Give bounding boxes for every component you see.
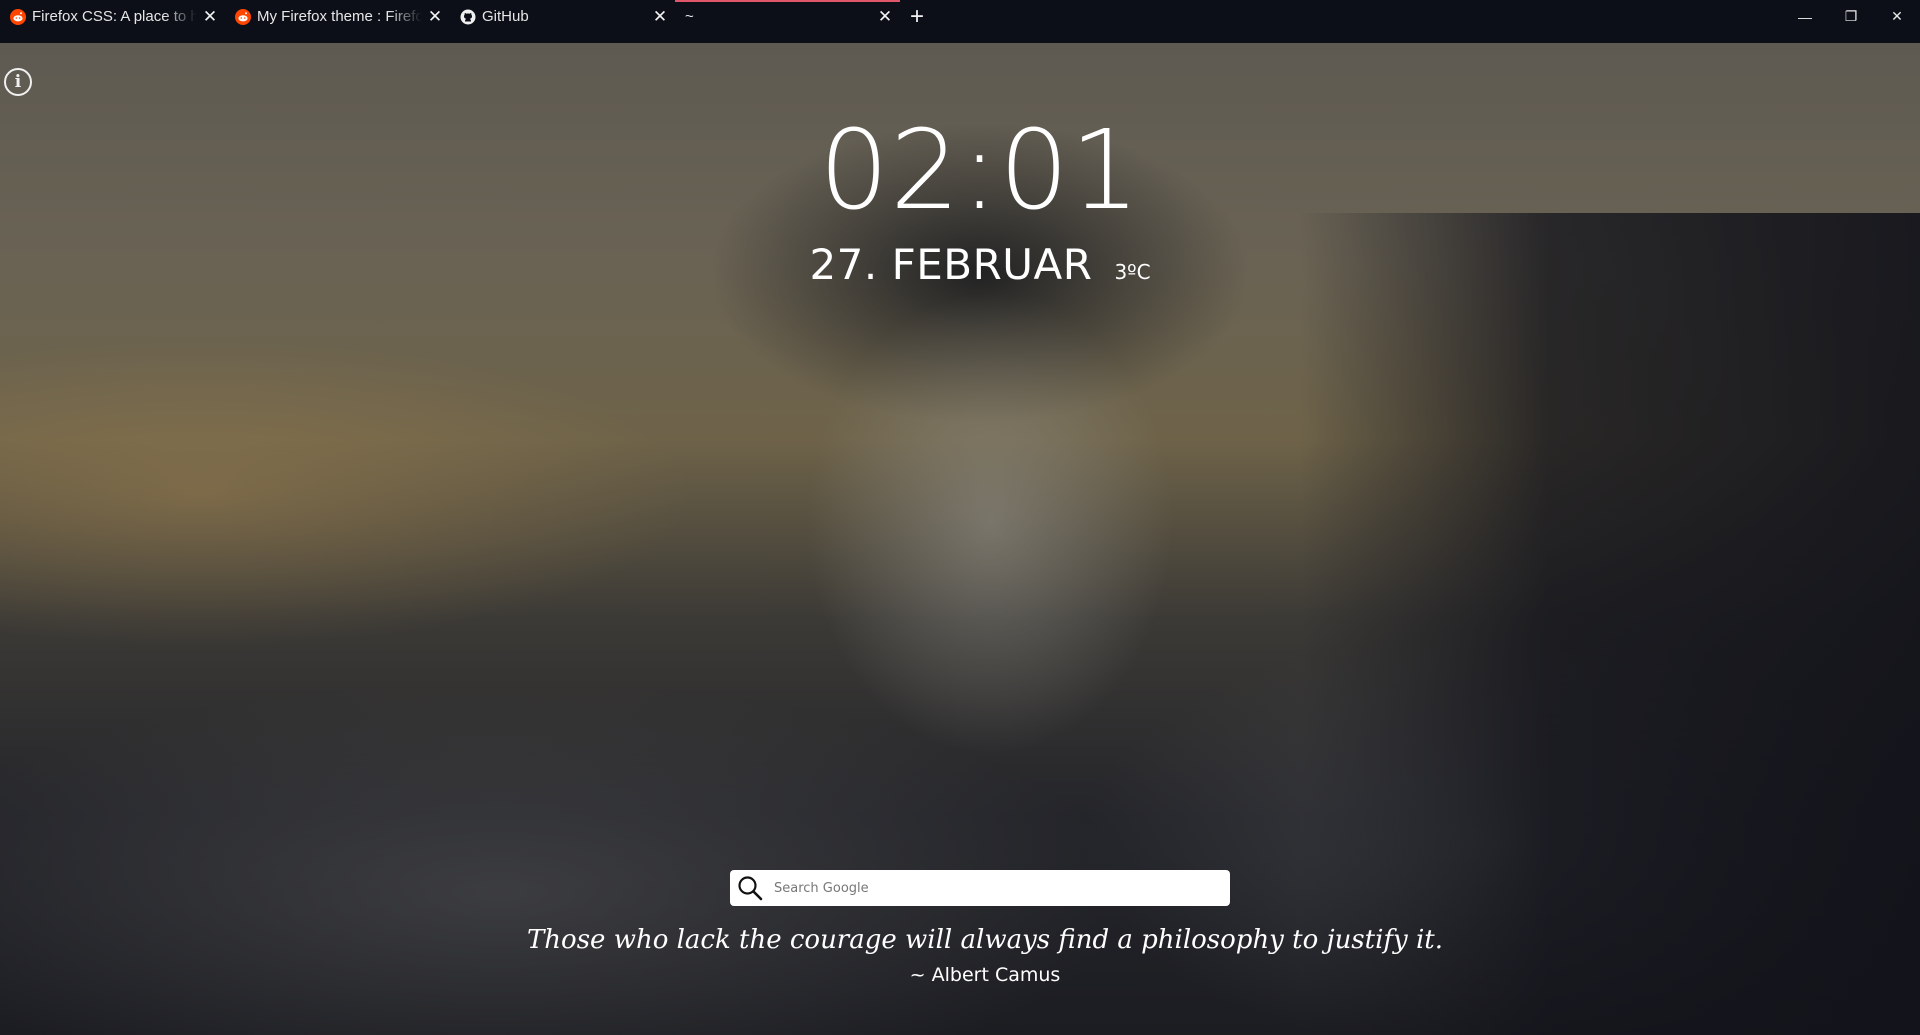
quote-text: Those who lack the courage will always f… <box>526 925 1444 955</box>
reddit-icon <box>235 8 251 25</box>
close-tab-icon[interactable]: ✕ <box>426 8 444 26</box>
date-text: 27. FEBRUAR <box>809 240 1093 289</box>
tab-title: GitHub <box>482 8 529 25</box>
reddit-icon <box>10 8 26 25</box>
close-tab-icon[interactable]: ✕ <box>201 8 219 26</box>
tab-title: Firefox CSS: A place to help <box>32 8 197 25</box>
date-row: 27. FEBRUAR 3ºC <box>780 240 1180 289</box>
window-close-button[interactable]: ✕ <box>1874 0 1920 33</box>
new-tab-button[interactable]: + <box>900 0 934 33</box>
github-icon <box>460 9 476 25</box>
restore-button[interactable]: ❐ <box>1828 0 1874 33</box>
info-icon[interactable]: i <box>4 68 32 96</box>
tab-my-firefox-theme[interactable]: My Firefox theme : FirefoxCSS ✕ <box>225 0 450 33</box>
tab-title: My Firefox theme : FirefoxCSS <box>257 8 422 25</box>
clock-time: 02:01 <box>818 106 1141 234</box>
tab-firefox-css[interactable]: Firefox CSS: A place to help ✕ <box>0 0 225 33</box>
search-box[interactable] <box>730 870 1230 906</box>
quote-author: ~ Albert Camus <box>909 964 1061 986</box>
startpage-background: i 02:01 27. FEBRUAR 3ºC Those who lack t… <box>0 43 1920 1035</box>
close-tab-icon[interactable]: ✕ <box>876 8 894 26</box>
tab-title: ~ <box>685 8 694 25</box>
temperature-text: 3ºC <box>1114 260 1151 284</box>
tab-strip: Firefox CSS: A place to help ✕ My Firefo… <box>0 0 1920 43</box>
tab-startpage[interactable]: ~ ✕ <box>675 0 900 33</box>
minimize-button[interactable]: — <box>1782 0 1828 33</box>
background-shade <box>1300 213 1920 1035</box>
tab-github[interactable]: GitHub ✕ <box>450 0 675 33</box>
search-icon <box>736 874 764 902</box>
close-tab-icon[interactable]: ✕ <box>651 8 669 26</box>
tab-strip-spacer <box>934 0 1782 43</box>
search-input[interactable] <box>774 873 1230 903</box>
